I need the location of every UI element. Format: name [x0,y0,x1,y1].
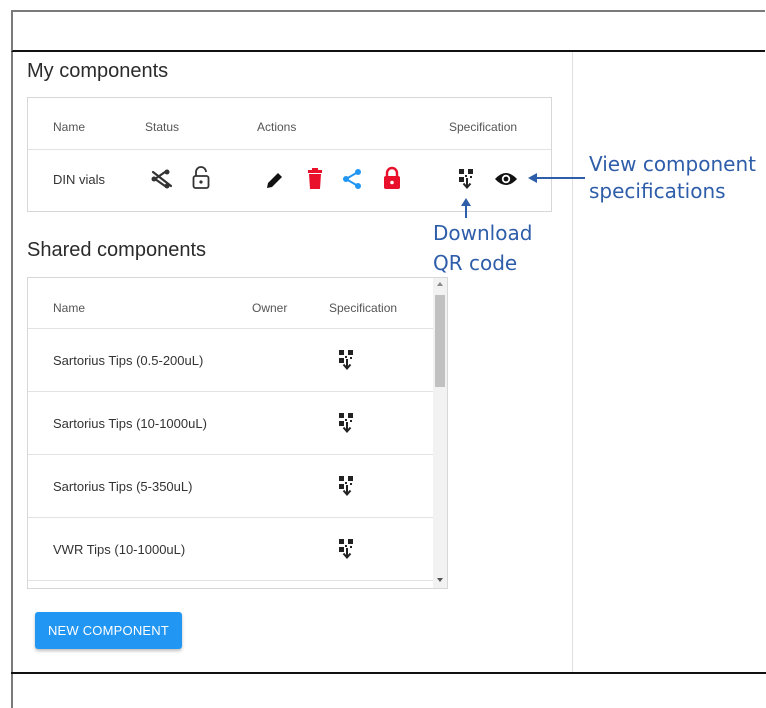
column-header-specification: Specification [329,301,398,315]
list-item: Sartorius Tips (10-1000uL) [53,416,207,431]
row-divider [28,580,433,581]
qr-download-icon[interactable] [338,412,356,434]
panel-divider [572,52,573,672]
share-icon[interactable] [342,168,362,190]
annotation-view-line2: specifications [589,179,726,203]
new-component-button[interactable]: NEW COMPONENT [35,612,182,649]
row-divider [28,391,433,392]
column-header-name: Name [53,301,86,315]
component-name: DIN vials [53,172,106,187]
eye-icon[interactable] [494,171,518,187]
lock-icon[interactable] [382,166,402,190]
scrollbar-thumb[interactable] [435,295,445,387]
column-header-owner: Owner [252,301,288,315]
row-divider [28,454,433,455]
qr-download-icon[interactable] [338,538,356,560]
column-header-status: Status [145,120,180,134]
qr-download-icon[interactable] [338,349,356,371]
column-header-specification: Specification [449,120,518,134]
header-bar [11,10,765,52]
trash-icon[interactable] [307,168,323,190]
header-divider [28,149,551,150]
shared-components-title: Shared components [27,239,207,261]
scroll-up-icon[interactable] [437,282,443,286]
column-header-name: Name [53,120,86,134]
qr-download-icon[interactable] [458,168,476,190]
annotation-qr-line2: QR code [433,251,518,275]
scroll-down-icon[interactable] [437,578,443,582]
row-divider [28,517,433,518]
list-item: Sartorius Tips (5-350uL) [53,479,193,494]
annotation-qr-line1: Download [433,221,533,245]
shared-components-table: Name Owner Specification Sartorius Tips … [27,277,448,589]
pencil-icon[interactable] [265,170,285,190]
list-item: Sartorius Tips (0.5-200uL) [53,353,204,368]
annotation-arrow-left-icon [528,173,585,183]
list-item: VWR Tips (10-1000uL) [53,542,186,557]
annotation-view-line1: View component [589,152,756,176]
my-components-table: Name Status Actions Specification DIN vi… [27,97,552,212]
lock-open-icon[interactable] [191,166,211,190]
share-off-icon[interactable] [150,168,174,190]
column-header-actions: Actions [257,120,297,134]
frame-left-border [11,52,13,708]
my-components-title: My components [27,60,169,82]
annotation-arrow-up-icon [461,198,471,218]
frame-bottom-border [11,672,766,674]
qr-download-icon[interactable] [338,475,356,497]
header-divider [28,328,433,329]
